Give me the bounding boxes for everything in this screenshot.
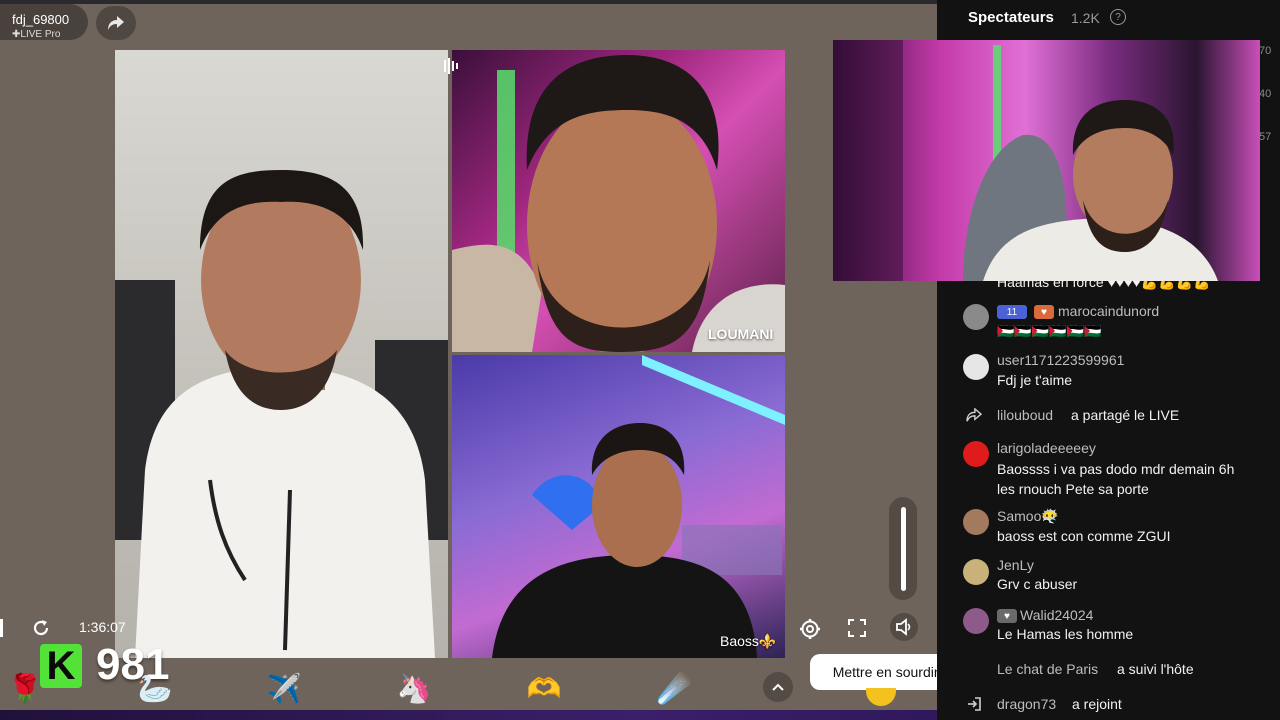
chat-event-9: a rejoint <box>1072 696 1122 712</box>
chat-message-4: Baossss i va pas dodo mdr demain 6h les … <box>997 461 1235 497</box>
avatar[interactable] <box>963 304 989 330</box>
host-subtitle: ✚LIVE Pro <box>12 29 61 40</box>
chat-username-1[interactable]: marocaindunord <box>1058 303 1159 319</box>
host-badge[interactable]: fdj_69800 ✚LIVE Pro <box>0 4 88 40</box>
speaker-icon <box>896 618 911 636</box>
volume-slider-fill <box>901 507 906 591</box>
avatar[interactable] <box>963 608 989 634</box>
avatar[interactable] <box>963 509 989 535</box>
gift-jet-icon[interactable]: ✈️ <box>264 668 304 708</box>
stream-timer: 1:36:07 <box>79 619 126 635</box>
audio-bars-icon <box>444 58 458 74</box>
chat-username-6[interactable]: JenLy <box>997 557 1034 573</box>
chat-username-2[interactable]: user1171223599961 <box>997 352 1124 368</box>
score-badge: K <box>40 644 82 688</box>
gifts-expand-button[interactable] <box>763 672 793 702</box>
share-icon <box>108 16 124 30</box>
video-guest-bottom-right[interactable]: Baoss⚜️ <box>452 355 785 658</box>
chat-username-9[interactable]: dragon73 <box>997 696 1056 712</box>
pip-webcam[interactable] <box>833 40 1260 281</box>
chat-message-1: 🇵🇸🇵🇸🇵🇸🇵🇸🇵🇸🇵🇸 <box>997 323 1102 339</box>
gear-icon <box>800 619 820 639</box>
join-event-icon <box>963 694 985 714</box>
refresh-button[interactable] <box>30 617 52 639</box>
chat-username-4[interactable]: larigoladeeeeey <box>997 440 1096 456</box>
chat-event-3: a partagé le LIVE <box>1071 407 1180 423</box>
guest-left-figure <box>115 170 448 658</box>
chat-username-5[interactable]: Samoo😶‍🌫️ <box>997 508 1059 525</box>
chat-message-6: Grv c abuser <box>997 576 1078 592</box>
video-guest-left[interactable] <box>115 50 448 658</box>
pip-host-figure <box>833 40 1218 281</box>
guest-bottom-right-figure <box>492 355 785 658</box>
gift-comet-icon[interactable]: ☄️ <box>654 668 694 708</box>
side-number-3: 57 <box>1259 131 1272 143</box>
chevron-up-icon <box>772 683 784 691</box>
guest-name-label-top-right: LOUMANI <box>708 326 774 342</box>
share-event-icon <box>963 405 985 425</box>
settings-button[interactable] <box>798 617 822 641</box>
chat-event-8: a suivi l'hôte <box>1117 661 1194 677</box>
panel-title: Spectateurs <box>968 9 1054 26</box>
help-icon[interactable]: ? <box>1110 9 1126 25</box>
heart-badge-icon: ♥ <box>1034 305 1054 319</box>
chat-username-7[interactable]: Walid24024 <box>1020 607 1093 623</box>
refresh-icon <box>33 620 49 636</box>
chat-username-8[interactable]: Le chat de Paris <box>997 661 1098 677</box>
side-number-2: 40 <box>1259 88 1272 100</box>
level-badge: 11 <box>997 305 1027 319</box>
left-edge-marker <box>0 619 3 637</box>
guest-top-right-figure <box>452 55 785 352</box>
avatar[interactable] <box>963 441 989 467</box>
gift-heart-hands-icon[interactable]: 🫶 <box>524 668 564 708</box>
gift-rose-icon[interactable]: 🌹 <box>5 668 45 708</box>
gift-swan-icon[interactable]: 🦢 <box>135 668 175 708</box>
fullscreen-icon <box>848 619 866 637</box>
host-name: fdj_69800 <box>12 12 70 27</box>
chat-message-2: Fdj je t'aime <box>997 372 1073 388</box>
viewer-count: 1.2K <box>1071 10 1100 26</box>
coin-icon[interactable] <box>866 688 896 706</box>
fullscreen-button[interactable] <box>846 617 868 639</box>
guest-name-label-bottom-right: Baoss⚜️ <box>720 633 777 649</box>
share-button[interactable] <box>96 6 136 40</box>
chat-message-7: Le Hamas les homme <box>997 626 1134 642</box>
chat-message-5: baoss est con comme ZGUI <box>997 528 1171 544</box>
mute-button[interactable] <box>890 613 918 641</box>
video-guest-top-right[interactable]: LOUMANI <box>452 50 785 352</box>
avatar[interactable] <box>963 559 989 585</box>
top-strip <box>0 0 937 4</box>
side-number-1: 70 <box>1259 45 1272 57</box>
gift-unicorn-icon[interactable]: 🦄 <box>394 668 434 708</box>
chat-username-3[interactable]: lilouboud <box>997 407 1053 423</box>
heart-badge-icon: ♥ <box>997 609 1017 623</box>
avatar[interactable] <box>963 354 989 380</box>
